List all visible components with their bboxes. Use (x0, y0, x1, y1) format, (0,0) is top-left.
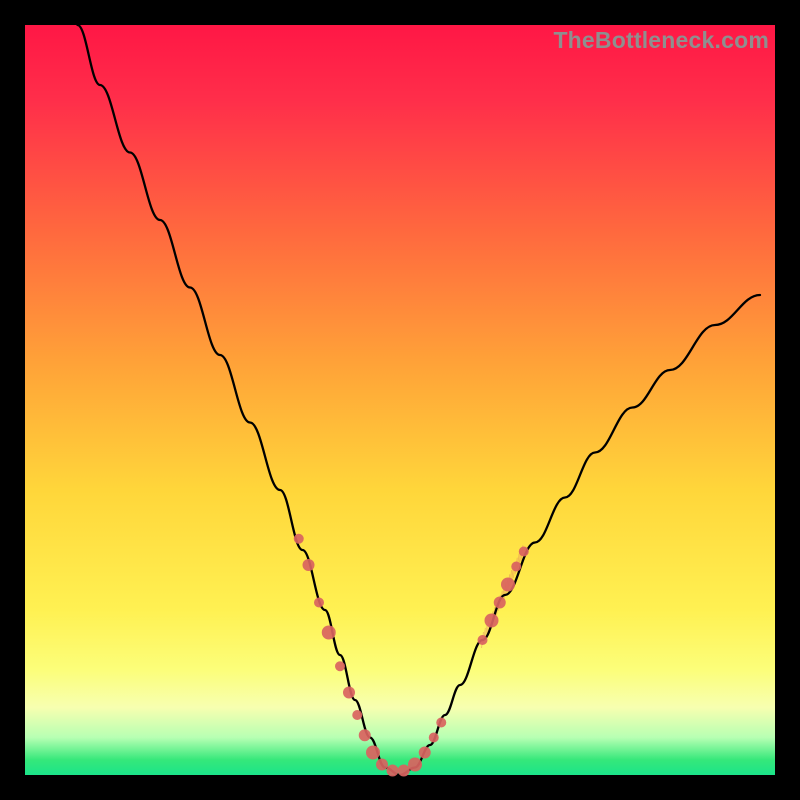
curve-marker (485, 614, 499, 628)
curve-marker (429, 733, 439, 743)
marker-group (294, 534, 529, 777)
curve-marker (359, 729, 371, 741)
curve-marker (387, 765, 399, 777)
curve-marker (294, 534, 304, 544)
curve-marker (398, 765, 410, 777)
curve-marker (436, 718, 446, 728)
curve-marker (519, 547, 529, 557)
curve-marker (376, 759, 388, 771)
curve-marker (478, 635, 488, 645)
curve-marker (501, 578, 515, 592)
curve-marker (314, 598, 324, 608)
curve-marker (343, 687, 355, 699)
curve-marker (419, 747, 431, 759)
curve-marker (408, 758, 422, 772)
chart-frame: TheBottleneck.com (25, 25, 775, 775)
bottleneck-curve-svg (25, 25, 775, 775)
curve-marker (335, 661, 345, 671)
bottleneck-curve (78, 25, 761, 775)
curve-marker (366, 746, 380, 760)
curve-marker (494, 597, 506, 609)
curve-marker (322, 626, 336, 640)
curve-marker (511, 562, 521, 572)
curve-marker (303, 559, 315, 571)
curve-marker (352, 710, 362, 720)
